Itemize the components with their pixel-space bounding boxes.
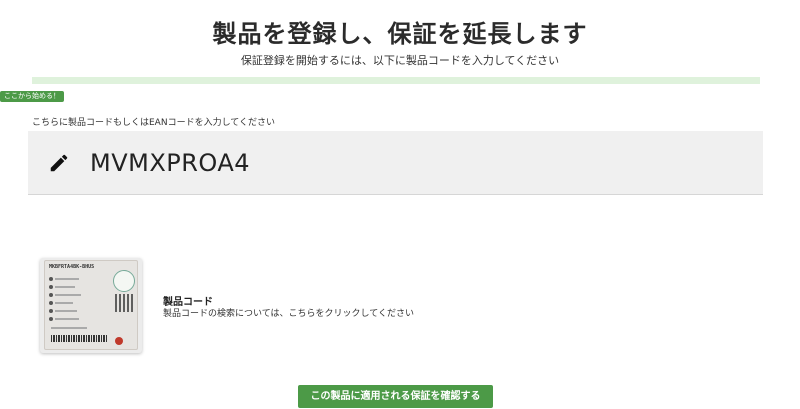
- label-line: [55, 294, 81, 296]
- qr-code-icon: [115, 294, 133, 312]
- product-code-input[interactable]: MVMXPROA4: [28, 131, 763, 195]
- page-subtitle: 保証登録を開始するには、以下に製品コードを入力してください: [240, 54, 560, 67]
- label-dot: [49, 301, 53, 305]
- label-dot: [49, 293, 53, 297]
- label-seal-icon: [113, 270, 135, 292]
- label-line: [55, 286, 75, 288]
- label-line: [55, 318, 79, 320]
- page-title: 製品を登録し、保証を延長します: [212, 20, 588, 48]
- label-line: [55, 310, 77, 312]
- progress-fill: [32, 77, 760, 84]
- pencil-icon: [50, 154, 68, 171]
- product-label-image[interactable]: MKBFRTA4BK-BHUS: [40, 258, 142, 353]
- label-line: [51, 327, 87, 329]
- product-code-label: こちらに製品コードもしくはEANコードを入力してください: [32, 118, 276, 128]
- label-line: [55, 278, 79, 280]
- product-code-value[interactable]: MVMXPROA4: [90, 149, 250, 177]
- progress-bar: [32, 77, 760, 84]
- label-code-text: MKBFRTA4BK-BHUS: [49, 264, 95, 270]
- brand-logo-icon: [115, 337, 123, 345]
- label-dot: [49, 317, 53, 321]
- start-here-badge: ここから始める！: [0, 91, 64, 102]
- label-dot: [49, 285, 53, 289]
- label-line: [55, 302, 73, 304]
- label-dot: [49, 309, 53, 313]
- product-code-help-link[interactable]: 製品コードの検索については、こちらをクリックしてください: [163, 306, 414, 319]
- label-dot: [49, 277, 53, 281]
- barcode-icon: [51, 335, 107, 342]
- product-label-card: MKBFRTA4BK-BHUS: [44, 260, 138, 350]
- check-warranty-button[interactable]: この製品に適用される保証を確認する: [298, 385, 493, 408]
